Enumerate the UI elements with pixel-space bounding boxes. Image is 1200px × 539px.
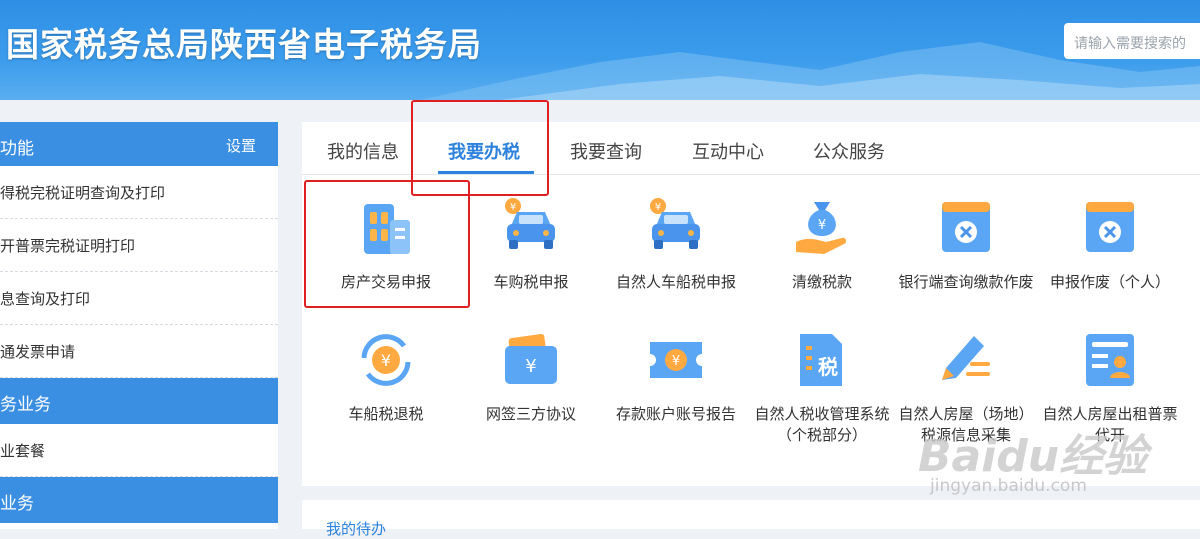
service-label: 车船税退税: [348, 405, 424, 423]
bottom-panel: 我的待办: [302, 500, 1200, 538]
settings-link[interactable]: 设置: [226, 135, 256, 156]
tab-interaction[interactable]: 互动中心: [692, 138, 764, 164]
service-individual-vehicle-tax[interactable]: ¥ 自然人车船税申报: [606, 196, 746, 293]
car-tax-icon: ¥: [650, 198, 700, 249]
service-label: 网签三方协议: [485, 405, 576, 423]
service-deposit-account-report[interactable]: ¥ 存款账户账号报告: [606, 328, 746, 425]
site-title: 国家税务总局陕西省电子税务局: [6, 25, 482, 64]
service-tax-payment[interactable]: ¥ 清缴税款: [752, 196, 892, 293]
tax-doc-icon: 税: [800, 334, 842, 386]
service-individual-tax-system[interactable]: 税 自然人税收管理系统（个税部分）: [752, 328, 892, 446]
id-card-icon: [1086, 334, 1134, 386]
sidebar-item[interactable]: 业套餐: [0, 424, 278, 477]
watermark-logo: Baidu经验: [918, 431, 1148, 482]
sidebar-header: 功能 设置: [0, 122, 278, 166]
svg-text:¥: ¥: [672, 354, 680, 369]
sidebar-section[interactable]: 业务: [0, 477, 278, 523]
refund-icon: ¥: [361, 334, 411, 386]
money-bag-icon: ¥: [796, 202, 847, 254]
svg-text:税: 税: [818, 355, 838, 379]
service-label: 清缴税款: [791, 273, 852, 291]
svg-text:¥: ¥: [525, 356, 536, 377]
svg-text:¥: ¥: [818, 218, 826, 233]
sidebar-item[interactable]: 通发票申请: [0, 325, 278, 378]
sidebar-item[interactable]: 开普票完税证明打印: [0, 219, 278, 272]
service-label: 自然人税收管理系统（个税部分）: [754, 405, 890, 444]
service-declaration-cancel[interactable]: 申报作废（个人）: [1040, 196, 1180, 293]
tab-query[interactable]: 我要查询: [570, 138, 642, 164]
service-label: 自然人车船税申报: [615, 273, 736, 291]
service-label: 申报作废（个人）: [1049, 273, 1170, 291]
wallet-icon: ¥: [505, 333, 557, 384]
service-label: 车购税申报: [493, 273, 569, 291]
sidebar: 功能 设置 得税完税证明查询及打印 开普票完税证明打印 息查询及打印 通发票申请…: [0, 122, 278, 529]
sidebar-item[interactable]: 息查询及打印: [0, 272, 278, 325]
svg-text:¥: ¥: [510, 202, 516, 213]
header-banner: 国家税务总局陕西省电子税务局 请输入需要搜索的: [0, 0, 1200, 100]
cancel-doc-icon: [942, 202, 990, 252]
ticket-icon: ¥: [650, 342, 702, 378]
cancel-doc-icon: [1086, 202, 1134, 252]
watermark-url: jingyan.baidu.com: [930, 476, 1087, 496]
pen-icon: [942, 336, 990, 380]
svg-text:¥: ¥: [655, 202, 661, 213]
car-icon: ¥: [505, 198, 555, 249]
service-label: 存款账户账号报告: [615, 405, 736, 423]
service-label: 银行端查询缴款作废: [898, 273, 1034, 291]
service-vehicle-tax-refund[interactable]: ¥ 车船税退税: [316, 328, 456, 425]
search-input[interactable]: 请输入需要搜索的: [1064, 23, 1200, 59]
service-vehicle-purchase-tax[interactable]: ¥ 车购税申报: [461, 196, 601, 293]
svg-text:¥: ¥: [381, 351, 391, 370]
tab-my-info[interactable]: 我的信息: [327, 138, 399, 164]
highlight-service: [304, 180, 470, 308]
service-tripartite-agreement[interactable]: ¥ 网签三方协议: [461, 328, 601, 425]
sidebar-item[interactable]: 得税完税证明查询及打印: [0, 166, 278, 219]
sidebar-title: 功能: [0, 139, 34, 159]
sidebar-section[interactable]: 务业务: [0, 378, 278, 424]
tab-public-service[interactable]: 公众服务: [813, 138, 885, 164]
service-bank-payment-cancel[interactable]: 银行端查询缴款作废: [896, 196, 1036, 293]
